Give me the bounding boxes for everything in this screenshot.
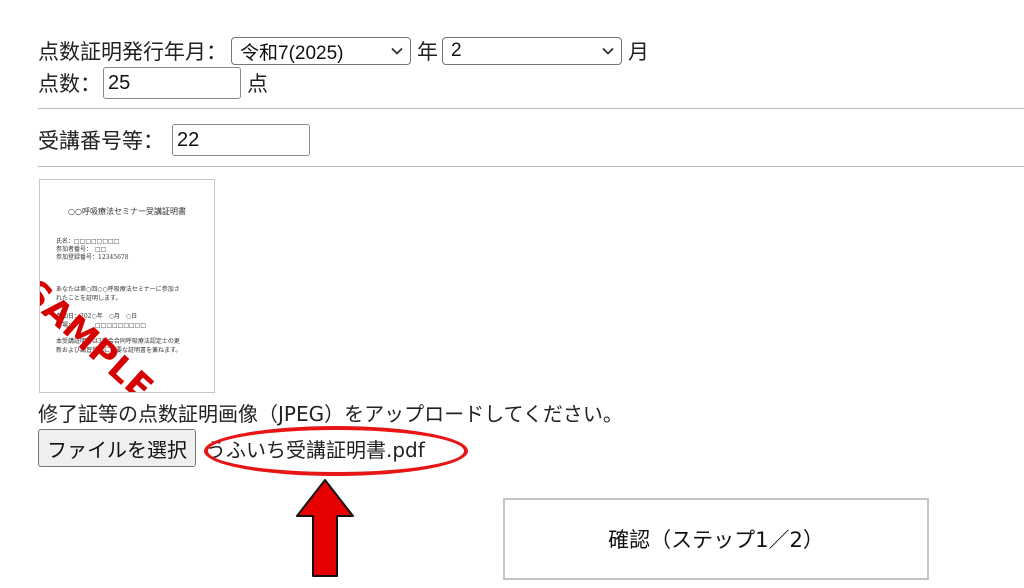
- score-unit-label: 点: [247, 72, 268, 96]
- month-select[interactable]: 2: [442, 37, 622, 65]
- divider: [38, 166, 1024, 167]
- upload-instruction: 修了証等の点数証明画像（JPEG）をアップロードしてください。: [38, 402, 623, 426]
- sample-certificate-title: ○○呼吸療法セミナー受講証明書: [68, 207, 186, 216]
- issue-date-row: 点数証明発行年月： 令和7(2025) 年 2 月: [38, 36, 649, 66]
- up-arrow-annotation: [296, 479, 354, 577]
- application-form-page: 点数証明発行年月： 令和7(2025) 年 2 月 点数： 点 受講番号等： ○…: [0, 0, 1024, 588]
- chevron-down-icon: [391, 47, 403, 55]
- year-select[interactable]: 令和7(2025): [231, 37, 411, 65]
- sample-certificate-line: あなたは第○回○○呼吸療法セミナーに参加さ: [56, 286, 180, 293]
- choose-file-button[interactable]: ファイルを選択: [38, 429, 196, 467]
- sample-certificate-image: ○○呼吸療法セミナー受講証明書 氏名：□□□□□□□□ 参加者番号： □□ 参加…: [39, 179, 215, 393]
- attendee-number-label: 受講番号等：: [38, 129, 164, 153]
- score-label: 点数：: [38, 72, 101, 96]
- month-unit-label: 月: [628, 40, 649, 64]
- attendee-number-input[interactable]: [172, 124, 310, 156]
- confirm-step1-button[interactable]: 確認（ステップ1／2）: [503, 498, 929, 580]
- attendee-number-row: 受講番号等：: [38, 124, 310, 156]
- divider: [38, 108, 1024, 109]
- year-select-value: 令和7(2025): [240, 42, 344, 64]
- chevron-down-icon: [602, 47, 614, 55]
- highlight-ellipse-annotation: [204, 426, 468, 476]
- month-select-value: 2: [451, 40, 462, 61]
- year-unit-label: 年: [417, 40, 438, 64]
- score-input[interactable]: [103, 67, 241, 99]
- issue-date-label: 点数証明発行年月：: [38, 40, 227, 64]
- score-row: 点数： 点: [38, 67, 268, 99]
- sample-certificate-line: 参加登録番号：12345678: [56, 254, 129, 261]
